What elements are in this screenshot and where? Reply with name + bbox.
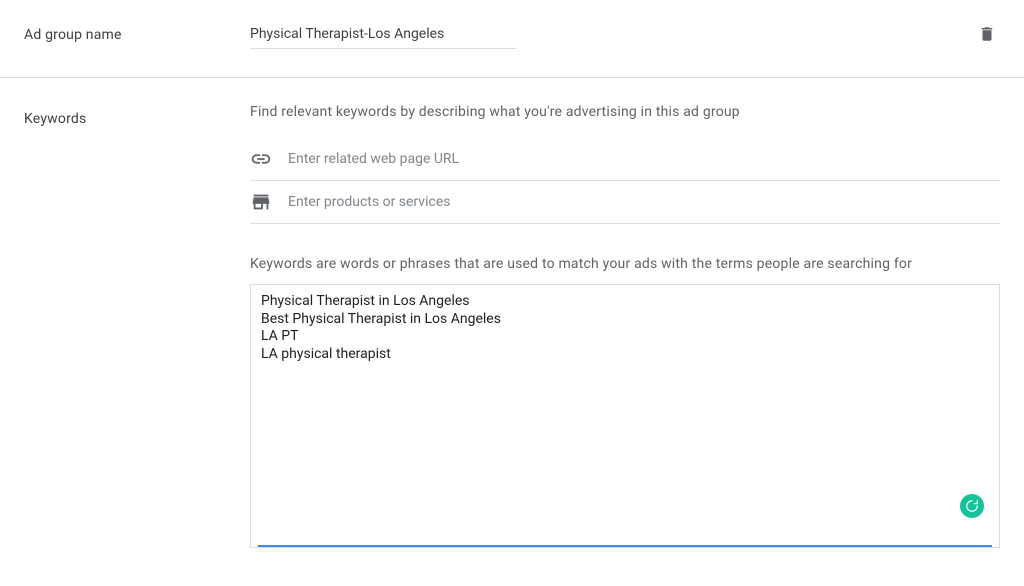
keywords-textarea-wrap	[250, 284, 1000, 552]
url-input[interactable]	[288, 151, 1000, 167]
label-column: Ad group name	[24, 20, 250, 49]
grammarly-icon	[965, 499, 979, 513]
trash-icon	[978, 24, 996, 44]
textarea-focus-underline	[258, 545, 992, 547]
keywords-description: Keywords are words or phrases that are u…	[250, 256, 1000, 272]
delete-ad-group-button[interactable]	[974, 20, 1000, 51]
ad-group-name-input[interactable]	[250, 20, 516, 49]
keywords-section: Keywords Find relevant keywords by descr…	[0, 78, 1024, 572]
ad-group-name-section: Ad group name	[0, 0, 1024, 78]
store-icon	[250, 191, 272, 213]
keywords-label: Keywords	[24, 111, 86, 127]
products-input[interactable]	[288, 194, 1000, 210]
content-column: Find relevant keywords by describing wha…	[250, 104, 1000, 552]
url-input-row	[250, 138, 1000, 181]
link-icon	[250, 148, 272, 170]
grammarly-badge[interactable]	[960, 494, 984, 518]
keywords-textarea[interactable]	[250, 284, 1000, 548]
label-column: Keywords	[24, 104, 250, 552]
products-input-row	[250, 181, 1000, 224]
find-keywords-helper: Find relevant keywords by describing wha…	[250, 104, 1000, 120]
ad-group-name-label: Ad group name	[24, 27, 122, 43]
content-column	[250, 20, 1000, 49]
